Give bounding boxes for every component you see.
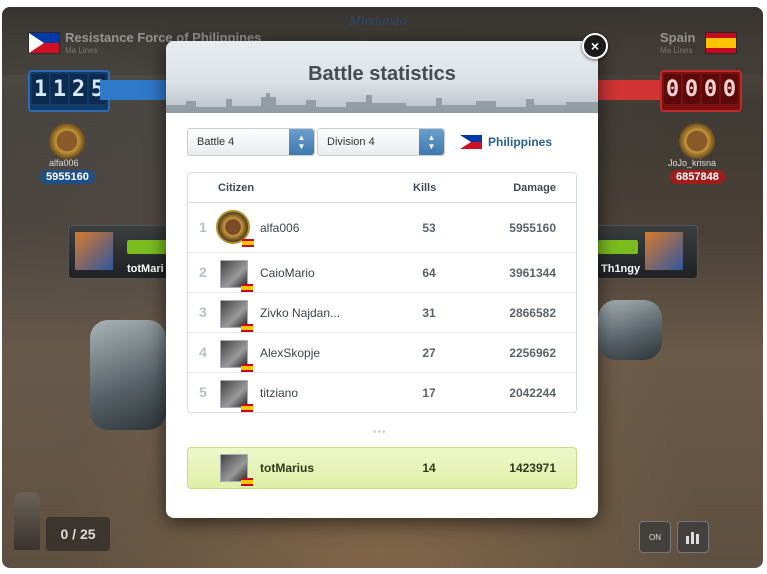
player-avatar	[75, 232, 113, 270]
citizen-damage: 2256962	[509, 346, 556, 360]
country-selector[interactable]: Philippines	[460, 135, 552, 149]
row-rank: 1	[199, 219, 207, 235]
right-hero-damage: 6857848	[670, 170, 725, 184]
ellipsis-separator: •••	[373, 427, 387, 438]
right-country-sub: Ma Lines	[660, 46, 693, 55]
my-damage: 1423971	[509, 461, 556, 475]
citizen-kills: 27	[422, 346, 436, 360]
citizen-damage: 3961344	[509, 266, 556, 280]
my-stats-row[interactable]: totMarius 14 1423971	[187, 447, 577, 489]
left-score-counter: 1 1 2 5	[28, 70, 110, 112]
right-health-bar	[598, 240, 638, 254]
spain-flag-icon	[242, 239, 254, 247]
score-digit: 2	[70, 74, 87, 104]
battle-select-value: Battle 4	[197, 136, 235, 148]
citizen-damage: 2042244	[509, 386, 556, 400]
score-digit: 0	[702, 74, 719, 104]
left-hero-damage: 5955160	[40, 170, 95, 184]
citizen-name[interactable]: titziano	[260, 386, 298, 400]
right-player-name: Th1ngy	[601, 263, 641, 275]
table-row[interactable]: 1 alfa006 53 5955160	[188, 203, 576, 252]
citizen-kills: 31	[422, 306, 436, 320]
spain-flag-icon	[241, 284, 253, 292]
spain-flag-icon	[241, 478, 253, 486]
right-weapon-image	[598, 300, 662, 360]
spain-flag-icon	[241, 364, 253, 372]
modal-title: Battle statistics	[308, 63, 456, 85]
close-icon[interactable]: ×	[582, 33, 608, 59]
right-score-counter: 0 0 0 0	[660, 70, 742, 112]
column-kills: Kills	[413, 182, 437, 194]
country-name: Philippines	[488, 135, 553, 149]
modal-header: Battle statistics	[166, 41, 598, 113]
left-weapon-image	[90, 320, 166, 430]
table-row[interactable]: 2 CaioMario 64 3961344	[188, 252, 576, 293]
chevron-updown-icon: ▲ ▼	[289, 129, 314, 155]
score-digit: 1	[32, 74, 49, 104]
table-row[interactable]: 5 titziano 17 2042244	[188, 372, 576, 413]
chevron-updown-icon: ▲ ▼	[419, 129, 444, 155]
right-hero-name: JoJo_krisna	[668, 158, 717, 168]
citizen-avatar	[216, 210, 254, 247]
citizen-avatar	[220, 340, 253, 372]
weapon-progress: 0 / 25	[46, 517, 110, 551]
row-rank: 5	[199, 384, 207, 400]
philippines-flag-icon	[29, 33, 59, 53]
row-rank: 2	[199, 264, 207, 280]
philippines-flag-icon	[460, 135, 482, 149]
division-select-value: Division 4	[327, 136, 375, 148]
citizen-name[interactable]: AlexSkopje	[260, 346, 320, 360]
citizen-kills: 17	[422, 386, 436, 400]
table-row[interactable]: 4 AlexSkopje 27 2256962	[188, 332, 576, 373]
citizen-avatar	[220, 300, 253, 332]
citizen-avatar	[220, 380, 253, 412]
citizen-avatar	[220, 454, 253, 486]
left-domination-bar	[100, 80, 170, 100]
score-digit: 0	[683, 74, 700, 104]
citizen-name[interactable]: alfa006	[260, 221, 299, 235]
battle-select[interactable]: Battle 4 ▲ ▼	[187, 128, 315, 156]
column-citizen: Citizen	[218, 182, 255, 194]
score-digit: 0	[664, 74, 681, 104]
citizen-damage: 2866582	[509, 306, 556, 320]
right-domination-bar	[598, 80, 668, 100]
division-select[interactable]: Division 4 ▲ ▼	[317, 128, 445, 156]
left-hero-avatar[interactable]	[49, 123, 85, 159]
my-kills: 14	[422, 461, 436, 475]
row-rank: 3	[199, 304, 207, 320]
column-damage: Damage	[513, 182, 556, 194]
citizen-kills: 53	[422, 221, 436, 235]
right-country-name: Spain	[660, 30, 696, 45]
soldier-icon	[14, 492, 40, 550]
left-hero-name: alfa006	[49, 158, 79, 168]
table-header: Citizen Kills Damage	[188, 173, 576, 203]
citizen-kills: 64	[422, 266, 436, 280]
left-player-name: totMari	[127, 263, 164, 275]
battle-statistics-modal: Battle statistics Battle 4 ▲ ▼ Division 4…	[166, 41, 598, 518]
citizen-damage: 5955160	[509, 221, 556, 235]
citizen-name[interactable]: CaioMario	[260, 266, 315, 280]
my-name[interactable]: totMarius	[260, 461, 314, 475]
spain-flag-icon	[241, 324, 253, 332]
spain-flag-icon	[241, 404, 253, 412]
spain-flag-icon	[706, 33, 736, 53]
stats-icon[interactable]	[677, 521, 709, 553]
sound-toggle[interactable]: ON	[639, 521, 671, 553]
table-row[interactable]: 3 Zivko Najdan... 31 2866582	[188, 292, 576, 333]
statistics-table: Citizen Kills Damage 1 alfa006 53 595516…	[187, 172, 577, 413]
score-digit: 0	[721, 74, 738, 104]
left-country-sub: Ma Lines	[65, 46, 98, 55]
player-avatar	[645, 232, 683, 270]
row-rank: 4	[199, 344, 207, 360]
city-skyline-image	[166, 93, 598, 113]
score-digit: 1	[51, 74, 68, 104]
citizen-avatar	[220, 260, 253, 292]
citizen-name[interactable]: Zivko Najdan...	[260, 306, 340, 320]
left-health-bar	[127, 240, 167, 254]
right-hero-avatar[interactable]	[679, 123, 715, 159]
region-name: Mindanao	[349, 14, 407, 29]
